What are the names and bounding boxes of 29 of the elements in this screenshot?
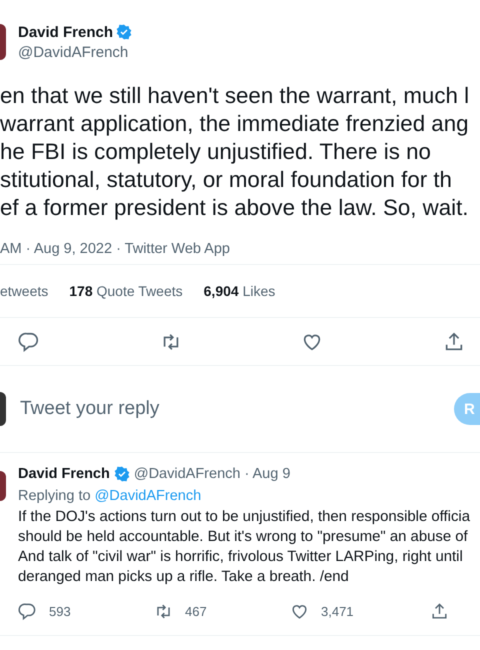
timestamp: AM · Aug 9, 2022 · Twitter Web App (0, 240, 231, 259)
avatar (0, 24, 6, 60)
tweet-text-line: en that we still haven't seen the warrant, much l (0, 82, 470, 110)
tweet-text-line: ef a former president is above the law. So, wait. (0, 194, 470, 222)
author-handle: @DavidAFrench (134, 466, 240, 482)
reply-text-line: And talk of "civil war" is horrific, frivolous Twitter LARPing, right until (18, 548, 464, 567)
share-icon[interactable] (430, 602, 449, 620)
action-count: 467 (185, 604, 207, 618)
tweet-text-line: warrant application, the immediate frenzied ang (0, 110, 470, 138)
reply-text-line: should be held accountable. But it's wrong to "presume" an abuse of (18, 528, 469, 547)
stat-link[interactable]: etweets (0, 283, 48, 299)
retweet-icon[interactable] (154, 602, 173, 620)
avatar (0, 392, 6, 426)
author-name: David French (18, 466, 110, 482)
replying-to-text: Replying to @DavidAFrench (18, 487, 202, 506)
stat-link[interactable]: 6,904 Likes (204, 283, 276, 299)
stat-link[interactable]: 178 Quote Tweets (69, 283, 183, 299)
avatar (0, 471, 6, 501)
author-handle: @DavidAFrench (18, 44, 130, 60)
action-count: 3,471 (321, 604, 354, 618)
post-date: · Aug 9 (244, 466, 290, 482)
author-name: David French (18, 24, 114, 40)
reply-text-line: If the DOJ's actions turn out to be unjustified, then responsible officia (18, 508, 470, 527)
reply-text-line: deranged man picks up a rifle. Take a breath. /end (18, 568, 350, 587)
tweet-text-line: he FBI is completely unjustified. There is no (0, 138, 432, 166)
comment-icon[interactable] (18, 330, 40, 352)
action-count: 593 (49, 604, 71, 618)
comment-icon[interactable] (18, 602, 37, 620)
tweet-text-line: stitutional, statutory, or moral foundation for th (0, 166, 453, 194)
